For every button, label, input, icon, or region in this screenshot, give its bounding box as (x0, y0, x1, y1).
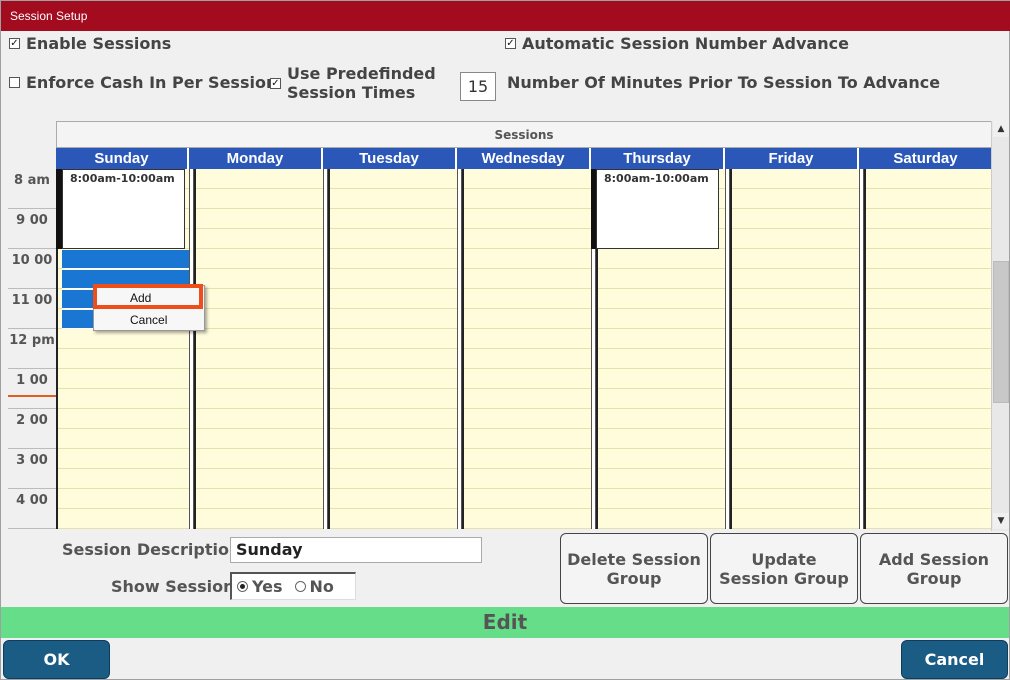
show-yes-label[interactable]: Yes (252, 577, 283, 596)
enable-sessions-label: Enable Sessions (26, 34, 172, 53)
window-title: Session Setup (1, 1, 1010, 31)
time-label: 4 00 (8, 489, 56, 529)
column-divider (457, 169, 462, 529)
day-header-tuesday[interactable]: Tuesday (323, 148, 457, 169)
session-description-input[interactable]: Sunday (230, 537, 482, 563)
session-setup-window: Session Setup ✓ Enable Sessions ✓ Automa… (0, 0, 1010, 680)
show-yes-radio[interactable] (237, 581, 248, 592)
show-session-radio-group: Yes No (230, 572, 356, 600)
day-header-thursday[interactable]: Thursday (591, 148, 725, 169)
ok-button[interactable]: OK (3, 640, 110, 679)
day-header-sunday[interactable]: Sunday (56, 148, 189, 169)
scroll-up-icon[interactable]: ▲ (993, 121, 1009, 137)
column-divider (323, 169, 328, 529)
predefined-times-label-line2: Session Times (287, 83, 416, 102)
day-column-friday[interactable] (730, 169, 859, 529)
day-header-friday[interactable]: Friday (725, 148, 859, 169)
delete-session-group-button[interactable]: Delete Session Group (560, 533, 708, 604)
enforce-cash-label: Enforce Cash In Per Session (26, 73, 278, 92)
time-label: 10 00 (8, 249, 56, 289)
day-column-saturday[interactable] (864, 169, 992, 529)
time-label: 11 00 (8, 289, 56, 329)
enforce-cash-option[interactable]: Enforce Cash In Per Session (9, 73, 277, 92)
day-column-tuesday[interactable] (328, 169, 457, 529)
scroll-down-icon[interactable]: ▼ (993, 513, 1009, 529)
day-header-saturday[interactable]: Saturday (859, 148, 992, 169)
update-session-group-button[interactable]: Update Session Group (710, 533, 858, 604)
selected-slot[interactable] (62, 250, 189, 269)
minutes-prior-input[interactable]: 15 (460, 72, 496, 101)
day-header-monday[interactable]: Monday (189, 148, 323, 169)
show-no-radio[interactable] (294, 581, 306, 592)
time-label: 1 00 (8, 369, 56, 409)
time-label: 8 am (8, 169, 56, 209)
predefined-times-label: Use Predefinded Session Times (287, 64, 436, 102)
auto-advance-label: Automatic Session Number Advance (522, 34, 849, 53)
day-header-wednesday[interactable]: Wednesday (457, 148, 591, 169)
scroll-thumb[interactable] (993, 261, 1009, 403)
sessions-header: Sessions (56, 121, 992, 148)
predefined-times-option[interactable]: ✓ Use Predefinded Session Times (270, 64, 436, 102)
day-column-wednesday[interactable] (462, 169, 591, 529)
show-no-label[interactable]: No (310, 577, 334, 596)
current-time-indicator (8, 395, 56, 397)
column-divider (859, 169, 864, 529)
session-description-label: Session Description (62, 540, 241, 559)
add-session-group-button[interactable]: Add Session Group (860, 533, 1008, 604)
day-column-monday[interactable] (194, 169, 323, 529)
enforce-cash-checkbox[interactable] (9, 77, 20, 88)
mode-status-bar: Edit (1, 607, 1009, 638)
calendar-scrollbar[interactable]: ▲ ▼ (991, 121, 1009, 531)
auto-advance-option[interactable]: ✓ Automatic Session Number Advance (505, 34, 849, 53)
session-event-sunday[interactable]: 8:00am-10:00am (62, 169, 185, 249)
auto-advance-checkbox[interactable]: ✓ (505, 38, 516, 49)
minutes-prior-label: Number Of Minutes Prior To Session To Ad… (507, 73, 941, 92)
time-label: 12 pm (8, 329, 56, 369)
predefined-times-checkbox[interactable]: ✓ (270, 77, 281, 89)
enable-sessions-option[interactable]: ✓ Enable Sessions (9, 34, 171, 53)
time-label: 3 00 (8, 449, 56, 489)
context-menu-cancel[interactable]: Cancel (94, 309, 206, 331)
show-session-label: Show Session (111, 577, 235, 596)
enable-sessions-checkbox[interactable]: ✓ (9, 38, 20, 49)
session-event-thursday[interactable]: 8:00am-10:00am (596, 169, 719, 249)
time-label: 9 00 (8, 209, 56, 249)
predefined-times-label-line1: Use Predefinded (287, 64, 436, 83)
column-divider (189, 169, 194, 529)
column-divider (725, 169, 730, 529)
time-column: 8 am 9 00 10 00 11 00 12 pm 1 00 2 00 3 … (8, 119, 56, 529)
time-label: 2 00 (8, 409, 56, 449)
cancel-button[interactable]: Cancel (901, 640, 1008, 679)
highlight-box (93, 284, 203, 309)
